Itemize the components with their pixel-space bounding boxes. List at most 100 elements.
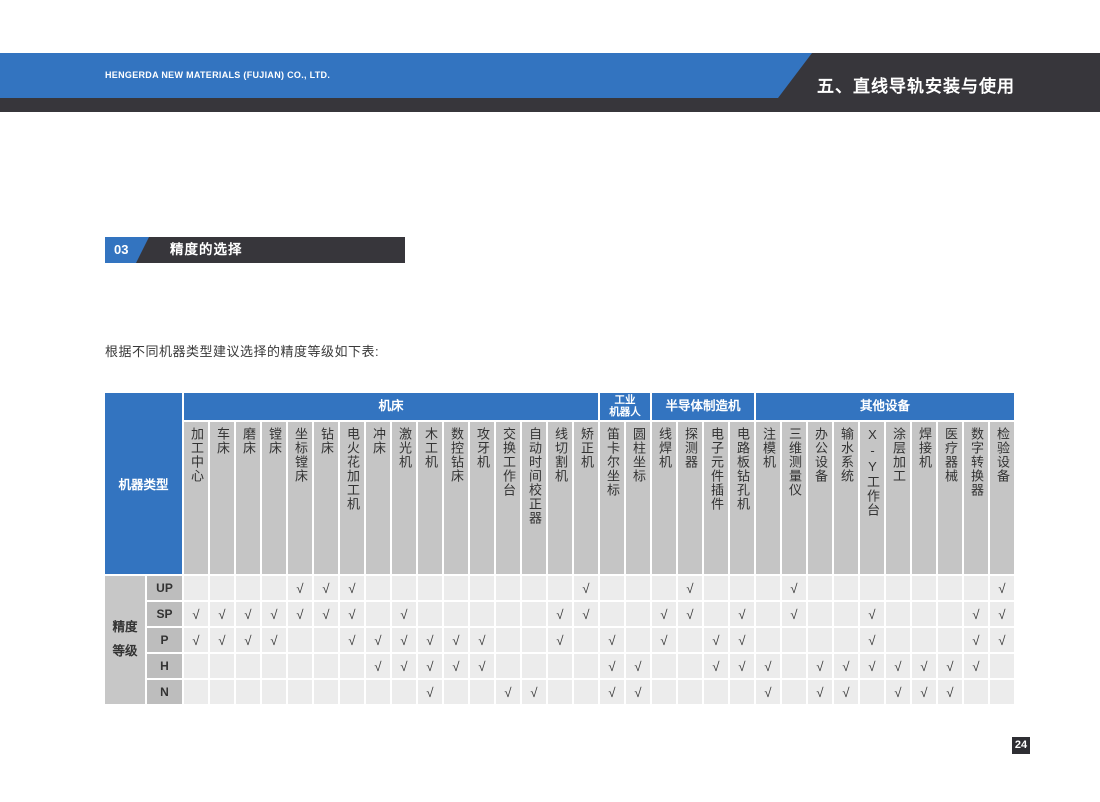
matrix-cell xyxy=(990,680,1014,704)
matrix-cell: √ xyxy=(314,576,338,600)
matrix-cell: √ xyxy=(392,654,416,678)
column-header: 办公设备 xyxy=(808,422,832,574)
matrix-cell xyxy=(964,680,988,704)
matrix-cell: √ xyxy=(262,602,286,626)
matrix-cell: √ xyxy=(600,680,624,704)
matrix-cell xyxy=(756,576,780,600)
matrix-cell xyxy=(288,628,312,652)
matrix-cell xyxy=(392,576,416,600)
matrix-cell: √ xyxy=(548,628,572,652)
matrix-cell xyxy=(652,680,676,704)
column-header: 加工中心 xyxy=(184,422,208,574)
matrix-cell xyxy=(782,654,806,678)
chapter-title: 五、直线导轨安装与使用 xyxy=(817,72,1015,97)
matrix-cell: √ xyxy=(288,576,312,600)
matrix-cell xyxy=(236,680,260,704)
matrix-cell: √ xyxy=(704,654,728,678)
column-header: 线焊机 xyxy=(652,422,676,574)
matrix-cell xyxy=(470,680,494,704)
column-header: 数字转换器 xyxy=(964,422,988,574)
group-header: 其他设备 xyxy=(756,393,1014,420)
matrix-cell: √ xyxy=(834,680,858,704)
matrix-cell xyxy=(626,628,650,652)
matrix-cell xyxy=(444,602,468,626)
matrix-cell: √ xyxy=(990,628,1014,652)
matrix-cell xyxy=(392,680,416,704)
matrix-cell xyxy=(184,680,208,704)
matrix-cell: √ xyxy=(470,628,494,652)
matrix-cell xyxy=(704,576,728,600)
matrix-cell: √ xyxy=(340,576,364,600)
matrix-cell: √ xyxy=(340,602,364,626)
matrix-cell xyxy=(912,576,936,600)
matrix-cell xyxy=(314,628,338,652)
matrix-cell xyxy=(262,680,286,704)
matrix-cell xyxy=(808,628,832,652)
column-header: 医疗器械 xyxy=(938,422,962,574)
matrix-cell: √ xyxy=(912,680,936,704)
matrix-cell: √ xyxy=(860,628,884,652)
matrix-cell xyxy=(366,602,390,626)
page-number-badge: 24 xyxy=(1012,737,1030,754)
matrix-cell xyxy=(990,654,1014,678)
matrix-cell: √ xyxy=(886,654,910,678)
section-title: 精度的选择 xyxy=(170,237,243,263)
matrix-cell xyxy=(314,680,338,704)
matrix-cell: √ xyxy=(860,602,884,626)
matrix-cell: √ xyxy=(418,628,442,652)
column-header: 矫正机 xyxy=(574,422,598,574)
matrix-cell: √ xyxy=(964,602,988,626)
matrix-cell: √ xyxy=(964,654,988,678)
column-header: 三维测量仪 xyxy=(782,422,806,574)
matrix-cell xyxy=(444,576,468,600)
matrix-cell: √ xyxy=(834,654,858,678)
column-header: 焊接机 xyxy=(912,422,936,574)
matrix-cell xyxy=(444,680,468,704)
matrix-cell: √ xyxy=(938,680,962,704)
matrix-cell: √ xyxy=(392,628,416,652)
matrix-cell xyxy=(678,628,702,652)
matrix-cell xyxy=(860,680,884,704)
matrix-cell: √ xyxy=(548,602,572,626)
matrix-cell xyxy=(834,628,858,652)
matrix-cell: √ xyxy=(782,602,806,626)
table-row: N√√√√√√√√√√√ xyxy=(105,680,1014,704)
corner-cell-machine-type: 机器类型 xyxy=(105,393,182,574)
matrix-cell xyxy=(184,576,208,600)
matrix-cell: √ xyxy=(678,602,702,626)
matrix-cell xyxy=(522,576,546,600)
matrix-cell xyxy=(366,680,390,704)
matrix-cell xyxy=(340,680,364,704)
matrix-cell xyxy=(808,602,832,626)
matrix-cell xyxy=(756,628,780,652)
group-header: 工业 机器人 xyxy=(600,393,650,420)
matrix-cell xyxy=(782,628,806,652)
matrix-cell xyxy=(210,576,234,600)
matrix-cell xyxy=(574,628,598,652)
precision-table: 机器类型机床工业 机器人半导体制造机其他设备加工中心车床磨床镗床坐标镗床钻床电火… xyxy=(103,391,1016,706)
header-band: HENGERDA NEW MATERIALS (FUJIAN) CO., LTD… xyxy=(0,53,1100,112)
matrix-cell xyxy=(730,576,754,600)
matrix-cell: √ xyxy=(964,628,988,652)
matrix-cell xyxy=(574,654,598,678)
matrix-cell: √ xyxy=(938,654,962,678)
matrix-cell xyxy=(782,680,806,704)
section-number-badge: 03 xyxy=(105,237,149,263)
matrix-cell: √ xyxy=(626,654,650,678)
matrix-cell: √ xyxy=(418,680,442,704)
column-header: 车床 xyxy=(210,422,234,574)
matrix-cell: √ xyxy=(522,680,546,704)
matrix-cell: √ xyxy=(366,654,390,678)
grade-label: UP xyxy=(147,576,182,600)
matrix-cell xyxy=(210,680,234,704)
matrix-cell: √ xyxy=(314,602,338,626)
column-header: 冲床 xyxy=(366,422,390,574)
matrix-cell xyxy=(496,628,520,652)
matrix-cell xyxy=(886,602,910,626)
column-header: 涂层加工 xyxy=(886,422,910,574)
matrix-cell: √ xyxy=(392,602,416,626)
matrix-cell xyxy=(496,602,520,626)
matrix-cell xyxy=(418,576,442,600)
table-row: P√√√√√√√√√√√√√√√√√√ xyxy=(105,628,1014,652)
matrix-cell: √ xyxy=(418,654,442,678)
